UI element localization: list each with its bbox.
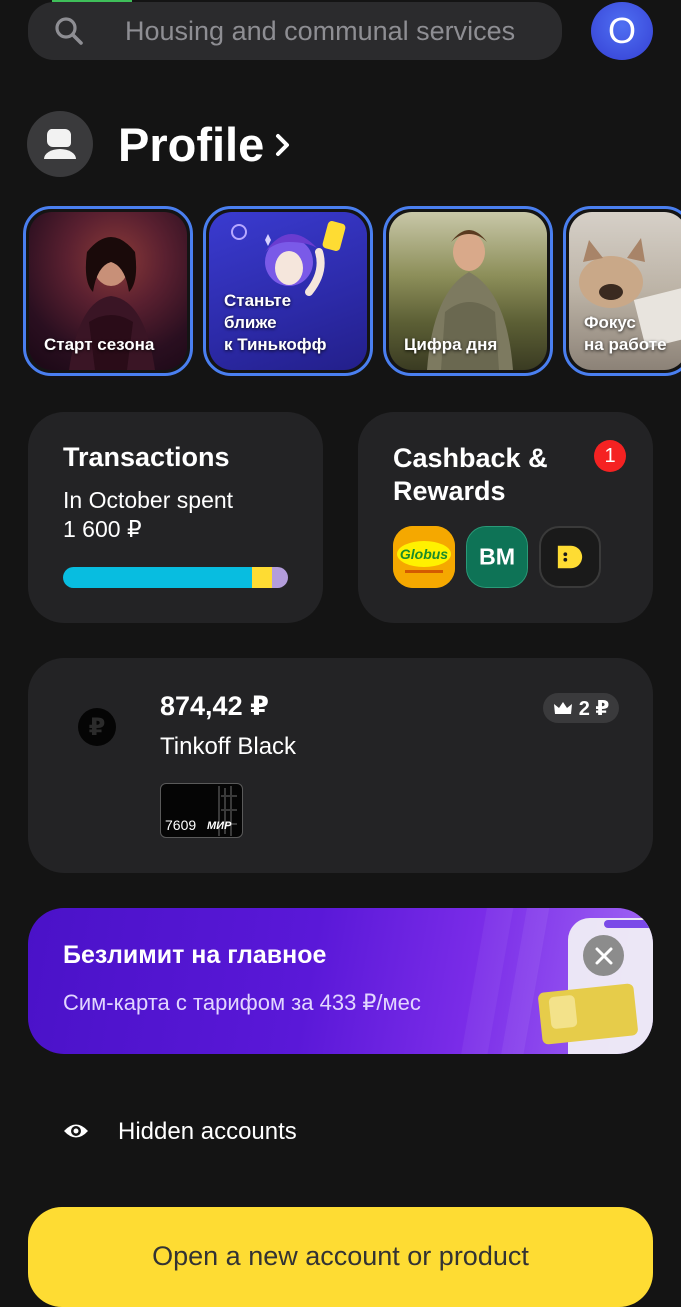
transactions-summary: In October spent 1 600 ₽ [63,487,234,542]
transactions-amount: 1 600 ₽ [63,516,142,542]
transactions-title: Transactions [63,442,230,472]
spending-bar-segment [252,567,273,588]
spending-bar-segment [272,567,288,588]
crown-icon [553,702,572,714]
d-logo-icon [557,545,583,569]
promo-decoration [455,908,653,1054]
notification-badge: 1 [594,440,626,472]
bank-card-thumbnail[interactable]: 7609 МИР [160,783,243,838]
transactions-card[interactable]: Transactions In October spent 1 600 ₽ [28,412,323,623]
eye-icon[interactable] [63,1120,89,1142]
profile-title[interactable]: Profile [118,117,264,172]
spending-bar [63,567,288,588]
search-bar[interactable]: Housing and communal services [28,2,562,60]
promo-banner[interactable]: Безлимит на главное Сим-карта с тарифом … [28,908,653,1054]
open-account-button[interactable]: Open a new account or product [28,1207,653,1307]
profile-avatar[interactable] [27,111,93,177]
close-button[interactable] [583,935,624,976]
card-last-digits: 7609 [165,817,197,833]
user-avatar-letter: O [607,10,636,51]
chevron-right-icon[interactable] [274,128,292,162]
partner-d[interactable] [539,526,601,588]
account-balance: 874,42 ₽ [160,691,269,721]
card-payment-system: МИР [207,820,232,832]
person-icon [44,129,76,159]
cashback-card[interactable]: Cashback & Rewards 1 Globus BM [358,412,653,623]
promo-subtitle: Сим-карта с тарифом за 433 ₽/мес [63,990,421,1015]
spending-bar-segment [63,567,252,588]
story-season-start[interactable]: Старт сезона [23,206,193,376]
story-label: Цифра дня [404,335,498,354]
story-number-of-day[interactable]: Цифра дня [383,206,553,376]
user-avatar[interactable]: O [591,2,653,60]
partner-globus[interactable]: Globus [393,526,455,588]
story-label: Станьте ближе к Тинькофф [224,291,327,354]
cashback-chip[interactable]: 2 ₽ [543,693,619,723]
open-account-label: Open a new account or product [152,1241,529,1271]
promo-title: Безлимит на главное [63,941,327,969]
hidden-accounts-link[interactable]: Hidden accounts [118,1118,297,1146]
globus-logo-icon: Globus [393,526,455,588]
ruble-icon: ₽ [78,708,116,746]
story-label: Старт сезона [44,335,155,354]
cashback-chip-value: 2 ₽ [578,697,610,720]
story-focus-at-work[interactable]: Фокус на работе [563,206,681,376]
account-name: Tinkoff Black [160,733,297,760]
globus-logo-text: Globus [400,546,448,562]
story-label: Фокус на работе [584,313,667,354]
cashback-title: Cashback & Rewards [393,443,548,506]
close-icon [595,947,612,964]
search-placeholder[interactable]: Housing and communal services [125,16,515,47]
partner-vm[interactable]: BM [466,526,528,588]
account-card[interactable]: ₽ 874,42 ₽ Tinkoff Black 2 ₽ 7609 МИР [28,658,653,873]
search-icon [55,17,83,45]
story-get-closer[interactable]: Станьте ближе к Тинькофф [203,206,373,376]
vm-logo-icon: BM [467,527,527,587]
vm-logo-text: BM [479,544,515,570]
